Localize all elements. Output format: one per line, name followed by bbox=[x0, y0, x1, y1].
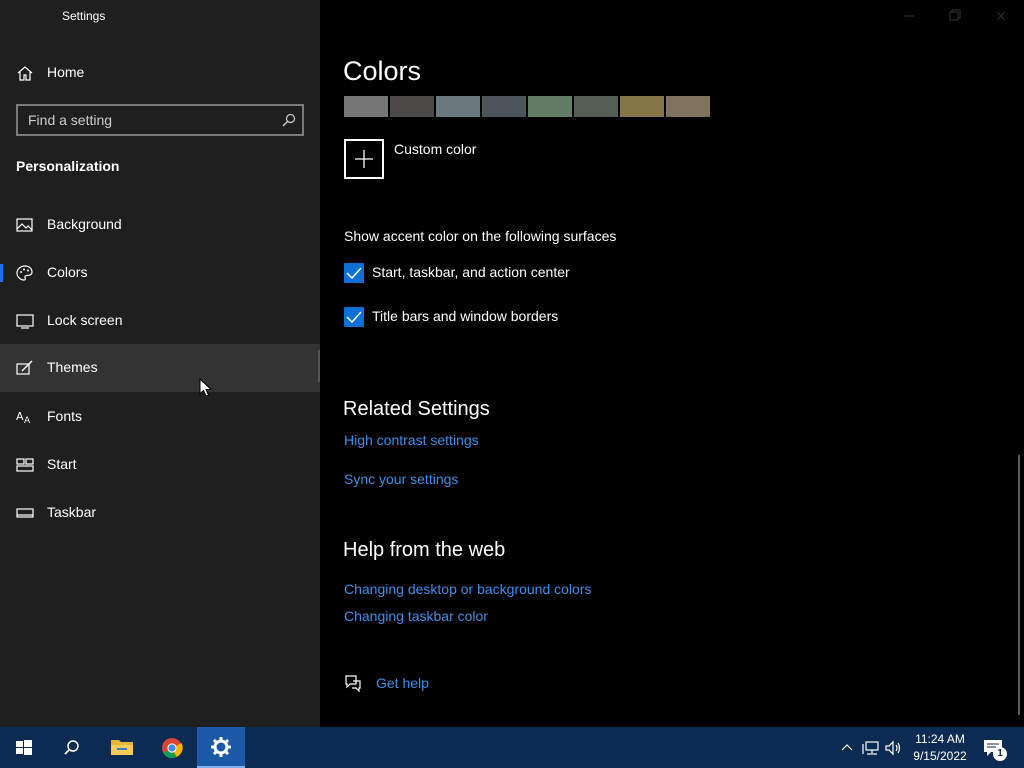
checkbox[interactable] bbox=[344, 263, 364, 283]
maximize-button[interactable] bbox=[932, 0, 978, 32]
sync-settings-link[interactable]: Sync your settings bbox=[344, 471, 458, 487]
settings-taskbar-button[interactable] bbox=[197, 727, 245, 768]
checkmark-icon bbox=[346, 311, 362, 324]
sidebar-item-themes[interactable]: Themes bbox=[0, 344, 320, 392]
sidebar-item-home[interactable]: Home bbox=[0, 49, 320, 97]
help-from-web-heading: Help from the web bbox=[343, 539, 506, 561]
color-swatch[interactable] bbox=[574, 96, 618, 117]
sidebar-item-label: Taskbar bbox=[47, 504, 97, 520]
changing-taskbar-color-link[interactable]: Changing taskbar color bbox=[344, 608, 488, 624]
related-settings-heading: Related Settings bbox=[343, 398, 490, 420]
themes-icon bbox=[16, 360, 33, 375]
changing-desktop-colors-link[interactable]: Changing desktop or background colors bbox=[344, 581, 592, 597]
page-title: Colors bbox=[343, 56, 422, 86]
network-icon[interactable] bbox=[862, 740, 880, 756]
search-icon bbox=[64, 740, 79, 755]
checkbox-label: Start, taskbar, and action center bbox=[372, 264, 570, 280]
color-swatch[interactable] bbox=[344, 96, 388, 117]
sidebar: Settings Home Personalization Background bbox=[0, 0, 320, 727]
sidebar-item-fonts[interactable]: A A Fonts bbox=[0, 393, 320, 441]
start-icon bbox=[16, 458, 34, 472]
section-title: Personalization bbox=[16, 158, 120, 174]
mouse-cursor-icon bbox=[199, 378, 213, 397]
sidebar-item-label: Fonts bbox=[47, 408, 83, 424]
svg-text:A: A bbox=[24, 416, 31, 425]
color-swatch[interactable] bbox=[390, 96, 434, 117]
app-title: Settings bbox=[62, 9, 106, 23]
get-help-link[interactable]: Get help bbox=[376, 675, 429, 691]
restore-icon bbox=[949, 9, 961, 21]
lock-screen-icon bbox=[16, 314, 34, 329]
palette-icon bbox=[16, 265, 33, 281]
folder-icon bbox=[111, 740, 133, 755]
search-box[interactable] bbox=[16, 104, 304, 136]
taskbar: 11:24 AM 9/15/2022 1 bbox=[0, 727, 1024, 768]
taskbar-search-button[interactable] bbox=[48, 727, 96, 768]
clock-date[interactable]: 9/15/2022 bbox=[910, 749, 970, 763]
sidebar-item-start[interactable]: Start bbox=[0, 441, 320, 489]
main-scrollbar[interactable] bbox=[1018, 455, 1020, 715]
selection-indicator bbox=[0, 264, 3, 282]
sidebar-item-label: Background bbox=[47, 216, 122, 232]
accent-surfaces-heading: Show accent color on the following surfa… bbox=[344, 228, 617, 244]
color-swatch[interactable] bbox=[436, 96, 480, 117]
windows-logo-icon bbox=[16, 740, 32, 755]
start-button[interactable] bbox=[0, 727, 48, 768]
color-swatch[interactable] bbox=[482, 96, 526, 117]
chrome-button[interactable] bbox=[148, 727, 196, 768]
checkmark-icon bbox=[346, 267, 362, 280]
checkbox-label: Title bars and window borders bbox=[372, 308, 559, 324]
home-icon bbox=[17, 66, 33, 81]
high-contrast-settings-link[interactable]: High contrast settings bbox=[344, 432, 479, 448]
sidebar-item-label: Colors bbox=[47, 264, 88, 280]
fonts-icon: A A bbox=[16, 410, 31, 425]
taskbar-icon bbox=[16, 508, 34, 518]
notification-count-badge: 1 bbox=[993, 747, 1007, 761]
sidebar-item-taskbar[interactable]: Taskbar bbox=[0, 489, 320, 537]
sidebar-item-lock-screen[interactable]: Lock screen bbox=[0, 297, 320, 345]
search-icon[interactable] bbox=[282, 113, 296, 127]
settings-window: Settings Home Personalization Background bbox=[0, 0, 1024, 727]
sidebar-item-label: Home bbox=[47, 64, 85, 80]
sidebar-item-colors[interactable]: Colors bbox=[0, 249, 320, 297]
search-input[interactable] bbox=[18, 106, 278, 134]
minimize-button[interactable] bbox=[886, 0, 932, 32]
chrome-icon bbox=[162, 738, 183, 759]
sidebar-item-label: Start bbox=[47, 456, 77, 472]
checkbox[interactable] bbox=[344, 307, 364, 327]
minimize-icon bbox=[904, 15, 914, 17]
chat-help-icon bbox=[345, 675, 361, 692]
sidebar-item-label: Lock screen bbox=[47, 312, 123, 328]
color-swatch[interactable] bbox=[528, 96, 572, 117]
color-swatches bbox=[344, 96, 712, 117]
plus-icon bbox=[355, 150, 373, 168]
picture-icon bbox=[16, 218, 33, 232]
gear-icon bbox=[211, 737, 231, 757]
close-icon bbox=[996, 11, 1006, 21]
sidebar-item-background[interactable]: Background bbox=[0, 201, 320, 249]
sidebar-item-label: Themes bbox=[47, 359, 98, 375]
volume-icon[interactable] bbox=[885, 740, 903, 756]
color-swatch[interactable] bbox=[666, 96, 710, 117]
color-swatch[interactable] bbox=[620, 96, 664, 117]
clock-time[interactable]: 11:24 AM bbox=[913, 732, 967, 746]
svg-text:A: A bbox=[16, 410, 24, 423]
file-explorer-button[interactable] bbox=[98, 727, 146, 768]
custom-color-label: Custom color bbox=[394, 141, 477, 157]
sidebar-scrollbar[interactable] bbox=[318, 350, 320, 382]
close-button[interactable] bbox=[978, 0, 1024, 32]
custom-color-button[interactable] bbox=[344, 139, 384, 179]
chevron-up-icon[interactable] bbox=[840, 741, 854, 755]
